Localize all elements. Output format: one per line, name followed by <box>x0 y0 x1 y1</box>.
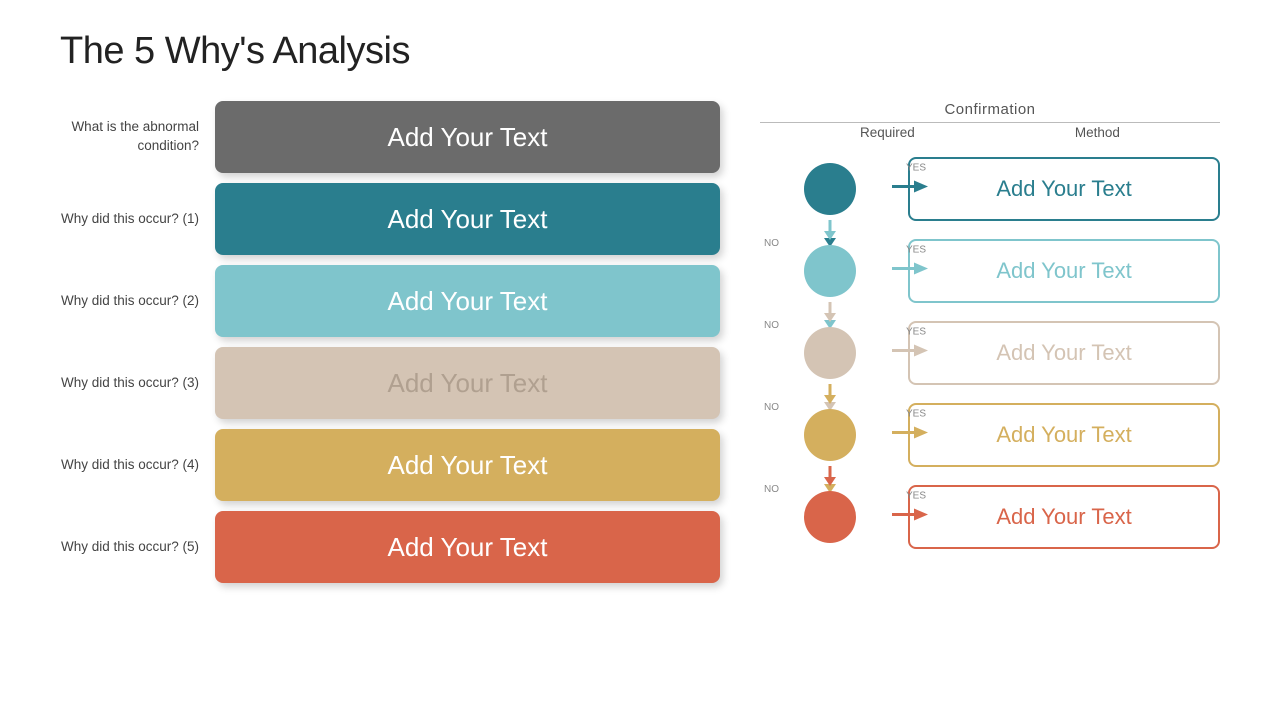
circle-area-2: NO YES <box>760 312 900 394</box>
confirmation-subheaders: Required Method <box>760 125 1220 140</box>
main-box-0[interactable]: Add Your Text <box>215 101 720 173</box>
arrow-down-icon <box>820 466 840 486</box>
main-box-1[interactable]: Add Your Text <box>215 183 720 255</box>
main-box-2[interactable]: Add Your Text <box>215 265 720 337</box>
circle-3 <box>804 409 856 461</box>
main-content: What is the abnormal condition? Add Your… <box>60 101 1220 593</box>
row-label-1: Why did this occur? (1) <box>60 210 215 229</box>
confirmation-header: Confirmation <box>760 101 1220 118</box>
arrow-right-icon <box>892 259 928 279</box>
arrow-right-icon <box>892 423 928 443</box>
arrow-down-icon <box>820 384 840 404</box>
conf-box-1[interactable]: Add Your Text <box>908 239 1220 303</box>
right-row-2: NO YES <box>760 312 1220 394</box>
left-row-4: Why did this occur? (4) Add Your Text <box>60 429 720 501</box>
sub-required: Required <box>860 125 915 140</box>
left-section: What is the abnormal condition? Add Your… <box>60 101 720 593</box>
conf-box-0[interactable]: Add Your Text <box>908 157 1220 221</box>
page: The 5 Why's Analysis What is the abnorma… <box>0 0 1280 720</box>
row-label-5: Why did this occur? (5) <box>60 538 215 557</box>
right-row-0: YES Add Your Text <box>760 148 1220 230</box>
conf-box-2[interactable]: Add Your Text <box>908 321 1220 385</box>
arrow-down-icon <box>820 220 840 240</box>
circle-4 <box>804 491 856 543</box>
right-row-4: NO YES <box>760 476 1220 558</box>
row-label-3: Why did this occur? (3) <box>60 374 215 393</box>
right-row-3: NO YES <box>760 394 1220 476</box>
arrow-right-icon <box>892 341 928 361</box>
left-row-2: Why did this occur? (2) Add Your Text <box>60 265 720 337</box>
row-label-0: What is the abnormal condition? <box>60 118 215 156</box>
main-box-5[interactable]: Add Your Text <box>215 511 720 583</box>
circle-area-1: NO YES <box>760 230 900 312</box>
row-label-2: Why did this occur? (2) <box>60 292 215 311</box>
left-row-1: Why did this occur? (1) Add Your Text <box>60 183 720 255</box>
circle-2 <box>804 327 856 379</box>
circle-1 <box>804 245 856 297</box>
left-row-0: What is the abnormal condition? Add Your… <box>60 101 720 173</box>
arrow-right-icon <box>892 505 928 525</box>
conf-box-3[interactable]: Add Your Text <box>908 403 1220 467</box>
left-row-5: Why did this occur? (5) Add Your Text <box>60 511 720 583</box>
circle-area-4: NO YES <box>760 476 900 558</box>
arrow-right-icon <box>892 177 928 197</box>
conf-box-4[interactable]: Add Your Text <box>908 485 1220 549</box>
main-box-4[interactable]: Add Your Text <box>215 429 720 501</box>
arrow-down-icon <box>820 302 840 322</box>
right-rows: YES Add Your Text NO <box>760 148 1220 558</box>
circle-area-0: YES <box>760 148 900 230</box>
right-section: Confirmation Required Method YES <box>720 101 1220 593</box>
row-label-4: Why did this occur? (4) <box>60 456 215 475</box>
left-row-3: Why did this occur? (3) Add Your Text <box>60 347 720 419</box>
circle-0 <box>804 163 856 215</box>
circle-area-3: NO YES <box>760 394 900 476</box>
page-title: The 5 Why's Analysis <box>60 30 1220 73</box>
main-box-3[interactable]: Add Your Text <box>215 347 720 419</box>
confirmation-divider <box>760 122 1220 123</box>
right-row-1: NO YES <box>760 230 1220 312</box>
sub-method: Method <box>1075 125 1120 140</box>
